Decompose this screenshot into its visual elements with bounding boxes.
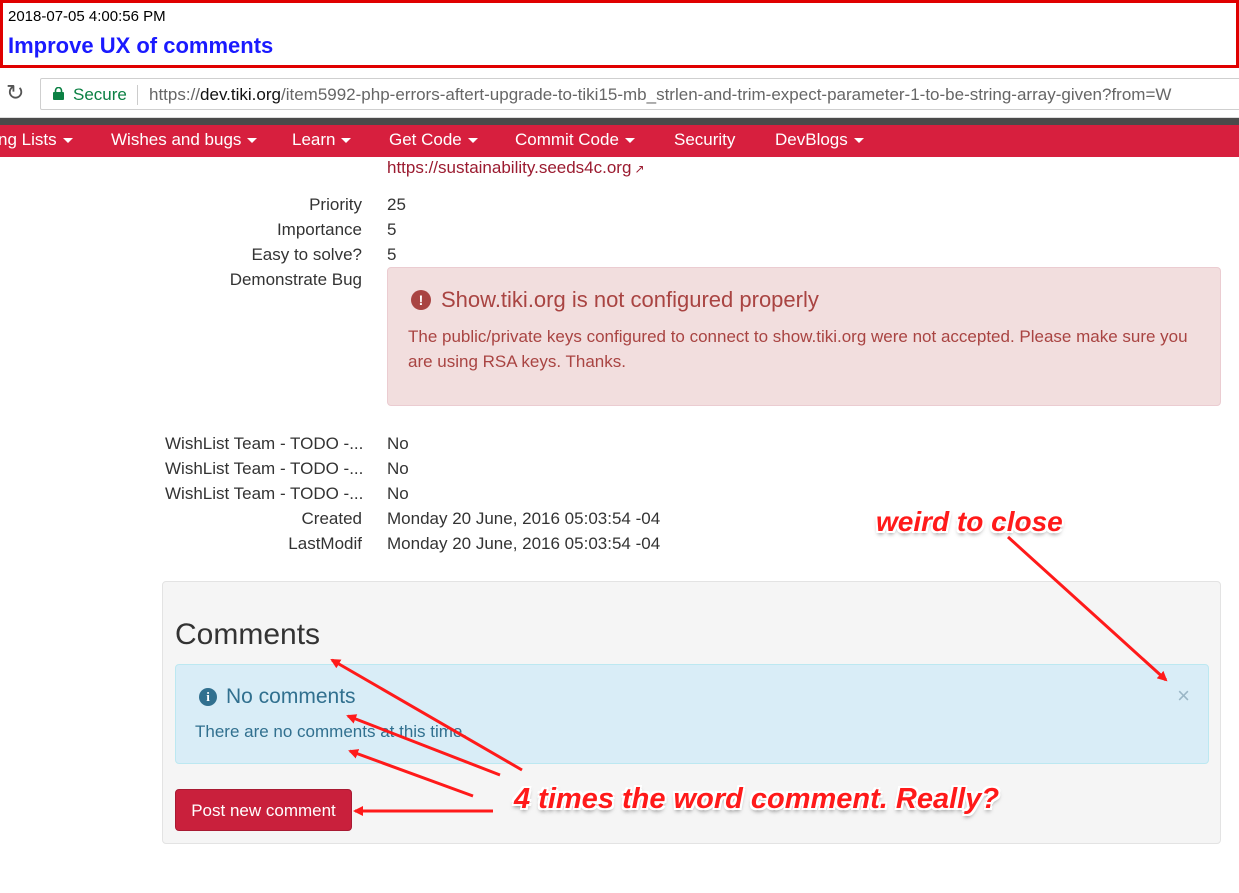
- field-label-wishlist-2: WishList Team - TODO -...: [165, 459, 364, 478]
- info-circle-icon: i: [199, 688, 217, 706]
- demo-error-body: The public/private keys configured to co…: [408, 327, 1188, 371]
- demo-error-alert: ! Show.tiki.org is not configured proper…: [387, 267, 1221, 406]
- annotation-comment-note: 4 times the word comment. Really?: [514, 783, 1000, 815]
- annotation-header-box: 2018-07-05 4:00:56 PM Improve UX of comm…: [0, 0, 1239, 68]
- field-label-lastmodif: LastModif: [288, 534, 362, 553]
- caret-down-icon: [853, 138, 864, 144]
- nav-item-label: Wishes and bugs: [111, 130, 242, 149]
- nav-item-label: DevBlogs: [775, 130, 848, 149]
- external-link-icon: ↗: [634, 162, 645, 176]
- nav-item-get-code[interactable]: Get Code: [389, 130, 478, 150]
- nav-item-label: Security: [674, 130, 736, 149]
- nav-item-commit-code[interactable]: Commit Code: [515, 130, 635, 150]
- nav-item-learn[interactable]: Learn: [292, 130, 352, 150]
- url-field[interactable]: Secure https://dev.tiki.org/item5992-php…: [40, 78, 1239, 110]
- post-new-comment-button[interactable]: Post new comment: [175, 789, 352, 831]
- external-link-text[interactable]: https://sustainability.seeds4c.org: [387, 158, 631, 177]
- lock-icon: [53, 87, 64, 100]
- field-label-created: Created: [301, 509, 362, 528]
- site-navbar: ng Lists Wishes and bugs Learn Get Code …: [0, 125, 1239, 157]
- field-value-wishlist-3: No: [387, 484, 409, 503]
- exclamation-circle-icon: !: [411, 290, 431, 310]
- nav-item-mailing-lists[interactable]: ng Lists: [0, 130, 73, 150]
- external-link[interactable]: https://sustainability.seeds4c.org ↗: [387, 158, 645, 178]
- demo-error-title: Show.tiki.org is not configured properly: [441, 287, 819, 312]
- field-value-wishlist-1: No: [387, 434, 409, 453]
- field-label-easy-to-solve: Easy to solve?: [251, 245, 362, 264]
- nav-item-label: Get Code: [389, 130, 462, 149]
- no-comments-title: No comments: [226, 685, 356, 708]
- field-value-priority: 25: [387, 195, 406, 214]
- nav-item-security[interactable]: Security: [674, 130, 735, 150]
- reload-icon[interactable]: ↻: [6, 80, 24, 106]
- field-value-importance: 5: [387, 220, 397, 239]
- url-scheme: https://: [149, 85, 201, 104]
- nav-item-label: Learn: [292, 130, 336, 149]
- no-comments-alert: i No comments There are no comments at t…: [175, 664, 1209, 764]
- annotation-timestamp: 2018-07-05 4:00:56 PM: [8, 8, 166, 25]
- annotation-title: Improve UX of comments: [8, 33, 274, 58]
- field-value-lastmodif: Monday 20 June, 2016 05:03:54 -04: [387, 534, 661, 553]
- caret-down-icon: [341, 138, 352, 144]
- field-label-importance: Importance: [276, 220, 362, 239]
- nav-item-label: ng Lists: [0, 130, 57, 149]
- caret-down-icon: [247, 138, 258, 144]
- field-value-wishlist-2: No: [387, 459, 409, 478]
- caret-down-icon: [62, 138, 73, 144]
- annotation-close-note: weird to close: [876, 506, 1063, 537]
- nav-item-devblogs[interactable]: DevBlogs: [775, 130, 864, 150]
- field-label-demonstrate-bug: Demonstrate Bug: [229, 270, 362, 289]
- secure-label: Secure: [73, 85, 127, 104]
- field-value-created: Monday 20 June, 2016 05:03:54 -04: [387, 509, 661, 528]
- caret-down-icon: [624, 138, 635, 144]
- url-path: /item5992-php-errors-aftert-upgrade-to-t…: [280, 85, 1172, 104]
- caret-down-icon: [467, 138, 478, 144]
- comments-heading: Comments: [175, 618, 321, 651]
- url-text: https://dev.tiki.org/item5992-php-errors…: [149, 85, 1171, 105]
- url-host: dev.tiki.org: [200, 85, 281, 104]
- nav-item-label: Commit Code: [515, 130, 619, 149]
- url-separator: [137, 85, 138, 105]
- close-icon[interactable]: ×: [1177, 683, 1190, 709]
- nav-item-wishes-and-bugs[interactable]: Wishes and bugs: [111, 130, 258, 150]
- field-label-wishlist-3: WishList Team - TODO -...: [165, 484, 364, 503]
- browser-divider: [0, 118, 1239, 125]
- no-comments-body: There are no comments at this time.: [195, 722, 468, 741]
- field-value-easy-to-solve: 5: [387, 245, 397, 264]
- field-label-priority: Priority: [309, 195, 362, 214]
- browser-address-bar: ↻ Secure https://dev.tiki.org/item5992-p…: [0, 72, 1239, 118]
- field-label-wishlist-1: WishList Team - TODO -...: [165, 434, 364, 453]
